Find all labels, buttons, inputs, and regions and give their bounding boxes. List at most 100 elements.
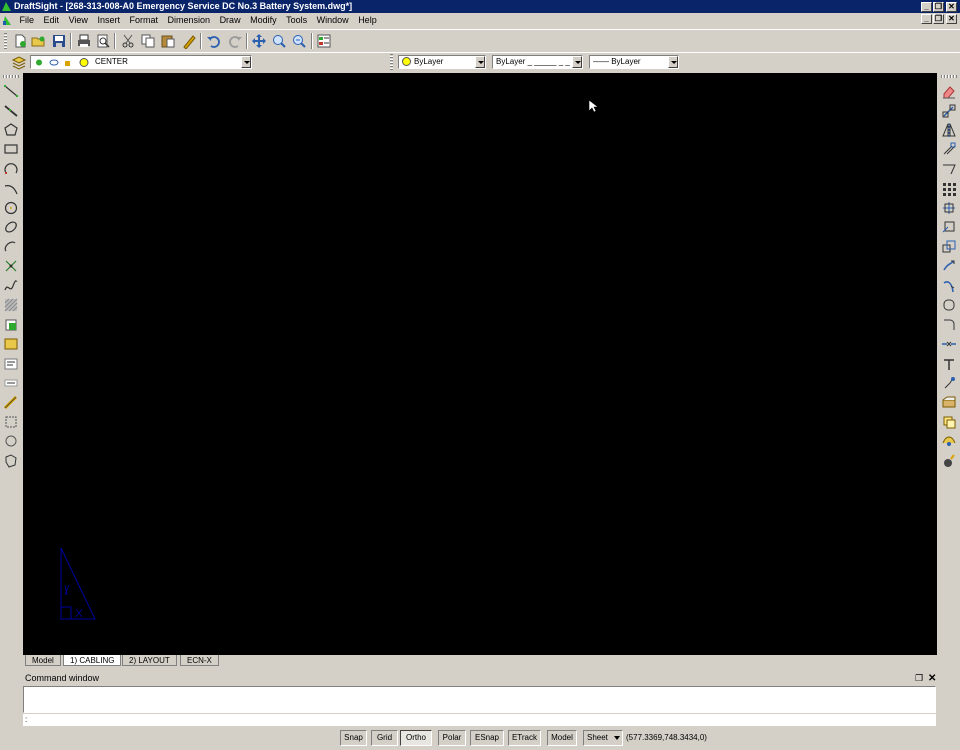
edit-spline-icon[interactable] (941, 433, 957, 449)
menu-draw[interactable]: Draw (217, 13, 245, 28)
rotate-icon[interactable] (941, 219, 957, 235)
polygon-icon[interactable] (3, 122, 19, 138)
menu-edit[interactable]: Edit (41, 13, 64, 28)
undo-icon[interactable] (206, 33, 222, 49)
menu-view[interactable]: View (66, 13, 92, 28)
ellipse-icon[interactable] (3, 219, 19, 235)
snap-toggle[interactable]: Snap (340, 730, 367, 746)
print-icon[interactable] (76, 33, 92, 49)
hatch-icon[interactable] (3, 297, 19, 313)
color-dropdown-arrow[interactable] (475, 56, 485, 68)
line-icon[interactable] (3, 83, 19, 99)
wipeout-icon[interactable] (3, 453, 19, 469)
note-icon[interactable] (3, 356, 19, 372)
menu-modify[interactable]: Modify (247, 13, 281, 28)
polar-toggle[interactable]: Polar (438, 730, 466, 746)
tab-ecn-x[interactable]: ECN-X (180, 655, 219, 666)
point-icon[interactable] (3, 258, 19, 274)
tab-model[interactable]: Model (25, 655, 61, 666)
document-icon[interactable] (2, 15, 12, 26)
copy-icon[interactable] (140, 33, 156, 49)
close-button[interactable]: ✕ (946, 2, 957, 12)
ortho-toggle[interactable]: Ortho (400, 730, 432, 746)
trim-icon[interactable] (941, 278, 957, 294)
block-icon[interactable] (3, 317, 19, 333)
mirror-icon[interactable] (941, 122, 957, 138)
offset-icon[interactable] (941, 141, 957, 157)
zoom-icon[interactable] (291, 33, 307, 49)
sheet-space-button[interactable]: Sheet (583, 730, 623, 746)
print-preview-icon[interactable] (95, 33, 111, 49)
minimize-button[interactable]: _ (921, 2, 932, 12)
menu-format[interactable]: Format (126, 13, 162, 28)
layer-select[interactable]: CENTER (30, 55, 252, 69)
toolbar-grip[interactable] (941, 75, 957, 78)
new-icon[interactable] (12, 33, 28, 49)
menu-tools[interactable]: Tools (283, 13, 311, 28)
menu-window[interactable]: Window (314, 13, 353, 28)
linetype-select[interactable]: ByLayer _ _____ _ _ (492, 55, 583, 69)
doc-minimize-button[interactable]: _ (921, 14, 932, 24)
lineweight-select[interactable]: —— ByLayer (589, 55, 679, 69)
float-window-icon[interactable]: ❐ (915, 672, 923, 685)
tab-layout[interactable]: 2) LAYOUT (122, 655, 177, 666)
doc-restore-button[interactable]: ❐ (933, 14, 944, 24)
command-input[interactable]: : (23, 714, 936, 726)
tab-cabling[interactable]: 1) CABLING (63, 655, 122, 666)
array-icon[interactable] (941, 181, 957, 197)
paste-icon[interactable] (160, 33, 176, 49)
table-icon[interactable] (3, 394, 19, 410)
rectangle-icon[interactable] (3, 141, 19, 157)
ellipse-arc-icon[interactable] (3, 239, 19, 255)
arc-3point-icon[interactable] (3, 181, 19, 197)
toolbar-grip[interactable] (4, 33, 7, 49)
explode-icon[interactable] (941, 356, 957, 372)
chamfer-icon[interactable] (941, 394, 957, 410)
doc-close-button[interactable]: ✕ (946, 14, 957, 24)
erase-icon[interactable] (941, 83, 957, 99)
circle-icon[interactable] (3, 200, 19, 216)
insert-block-icon[interactable] (3, 336, 19, 352)
move-icon[interactable] (941, 200, 957, 216)
close-command-window-icon[interactable]: ✕ (928, 672, 936, 685)
grid-toggle[interactable]: Grid (371, 730, 398, 746)
redo-icon[interactable] (227, 33, 243, 49)
open-icon[interactable] (31, 33, 47, 49)
pan-icon[interactable] (251, 33, 267, 49)
layer-manager-icon[interactable] (11, 54, 27, 70)
scale-icon[interactable] (941, 239, 957, 255)
simple-note-icon[interactable] (3, 375, 19, 391)
menu-insert[interactable]: Insert (94, 13, 124, 28)
spline-icon[interactable] (3, 278, 19, 294)
toolbar-grip[interactable] (3, 75, 19, 78)
revision-cloud-icon[interactable] (3, 433, 19, 449)
restore-button[interactable]: ❐ (933, 2, 944, 12)
fillet-icon[interactable] (941, 317, 957, 333)
zoom-window-icon[interactable] (271, 33, 287, 49)
match-properties-icon[interactable] (181, 33, 197, 49)
menu-file[interactable]: File (17, 13, 39, 28)
save-icon[interactable] (51, 33, 67, 49)
layer-dropdown-arrow[interactable] (241, 56, 251, 68)
esnap-toggle[interactable]: ESnap (470, 730, 504, 746)
properties-icon[interactable] (316, 33, 332, 49)
array-path-icon[interactable] (941, 161, 957, 177)
break-icon[interactable] (941, 336, 957, 352)
toolbar-grip[interactable] (390, 54, 393, 70)
drawing-canvas[interactable] (23, 73, 937, 655)
extend-icon[interactable] (941, 297, 957, 313)
edit-polyline-icon[interactable] (941, 414, 957, 430)
linetype-dropdown-arrow[interactable] (572, 56, 582, 68)
color-select[interactable]: ByLayer (398, 55, 486, 69)
menu-help[interactable]: Help (355, 13, 381, 28)
stretch-icon[interactable] (941, 258, 957, 274)
sheet-dropdown-icon[interactable] (614, 736, 620, 740)
cut-icon[interactable] (120, 33, 136, 49)
arc-icon[interactable] (3, 161, 19, 177)
copy-entity-icon[interactable] (941, 103, 957, 119)
menu-dimension[interactable]: Dimension (165, 13, 215, 28)
polyline-icon[interactable] (3, 103, 19, 119)
region-icon[interactable] (3, 414, 19, 430)
lineweight-dropdown-arrow[interactable] (668, 56, 678, 68)
etrack-toggle[interactable]: ETrack (508, 730, 541, 746)
